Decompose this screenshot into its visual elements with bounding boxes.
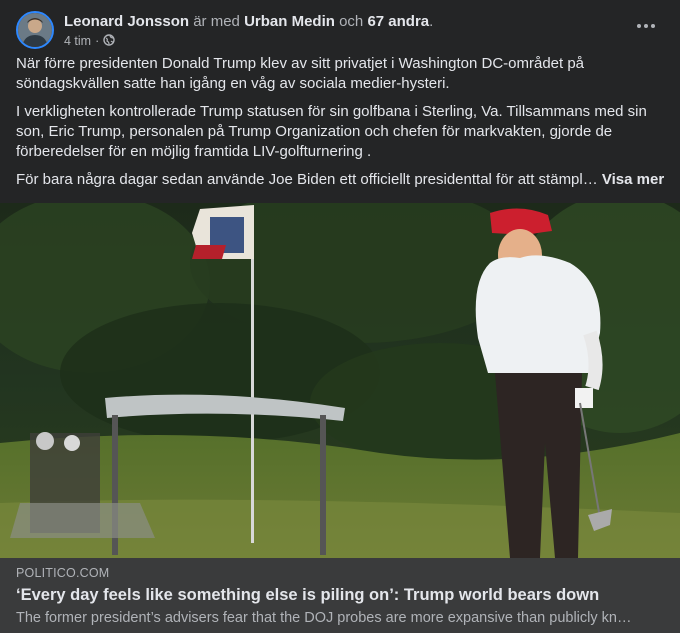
header-text: Leonard Jonsson är med Urban Medin och 6… [64, 12, 433, 49]
link-domain: POLITICO.COM [16, 566, 110, 580]
post-paragraph-3-text: För bara några dagar sedan använde Joe B… [16, 171, 598, 188]
link-card[interactable]: POLITICO.COM ‘Every day feels like somet… [0, 558, 680, 633]
feed-post: Leonard Jonsson är med Urban Medin och 6… [0, 0, 680, 633]
see-more-link[interactable]: Visa mer [602, 171, 664, 188]
and-text: och [339, 12, 364, 30]
post-time[interactable]: 4 tim [64, 34, 91, 48]
post-meta: 4 tim · [64, 33, 433, 49]
link-description: The former president’s advisers fear tha… [16, 610, 632, 626]
post-paragraph-2: I verkligheten kontrollerade Trump statu… [16, 103, 647, 160]
with-text: är med [193, 12, 240, 30]
meta-separator: · [95, 34, 100, 48]
period: . [429, 12, 434, 30]
tagged-person[interactable]: Urban Medin [244, 13, 335, 30]
post-paragraph-1: När förre presidenten Donald Trump klev … [16, 55, 585, 92]
globe-icon[interactable] [103, 33, 115, 49]
post-paragraph-3: För bara några dagar sedan använde Joe B… [16, 170, 664, 190]
tagged-others[interactable]: 67 andra [367, 13, 429, 30]
post-header: Leonard Jonsson är med Urban Medin och 6… [16, 9, 433, 51]
avatar[interactable] [16, 11, 54, 49]
link-preview-image[interactable] [0, 203, 680, 558]
post-attribution: Leonard Jonsson är med Urban Medin och 6… [64, 12, 433, 31]
post-text: När förre presidenten Donald Trump klev … [16, 54, 664, 198]
link-headline[interactable]: ‘Every day feels like something else is … [16, 586, 599, 605]
more-options-icon[interactable] [634, 14, 658, 38]
author-name[interactable]: Leonard Jonsson [64, 13, 189, 30]
